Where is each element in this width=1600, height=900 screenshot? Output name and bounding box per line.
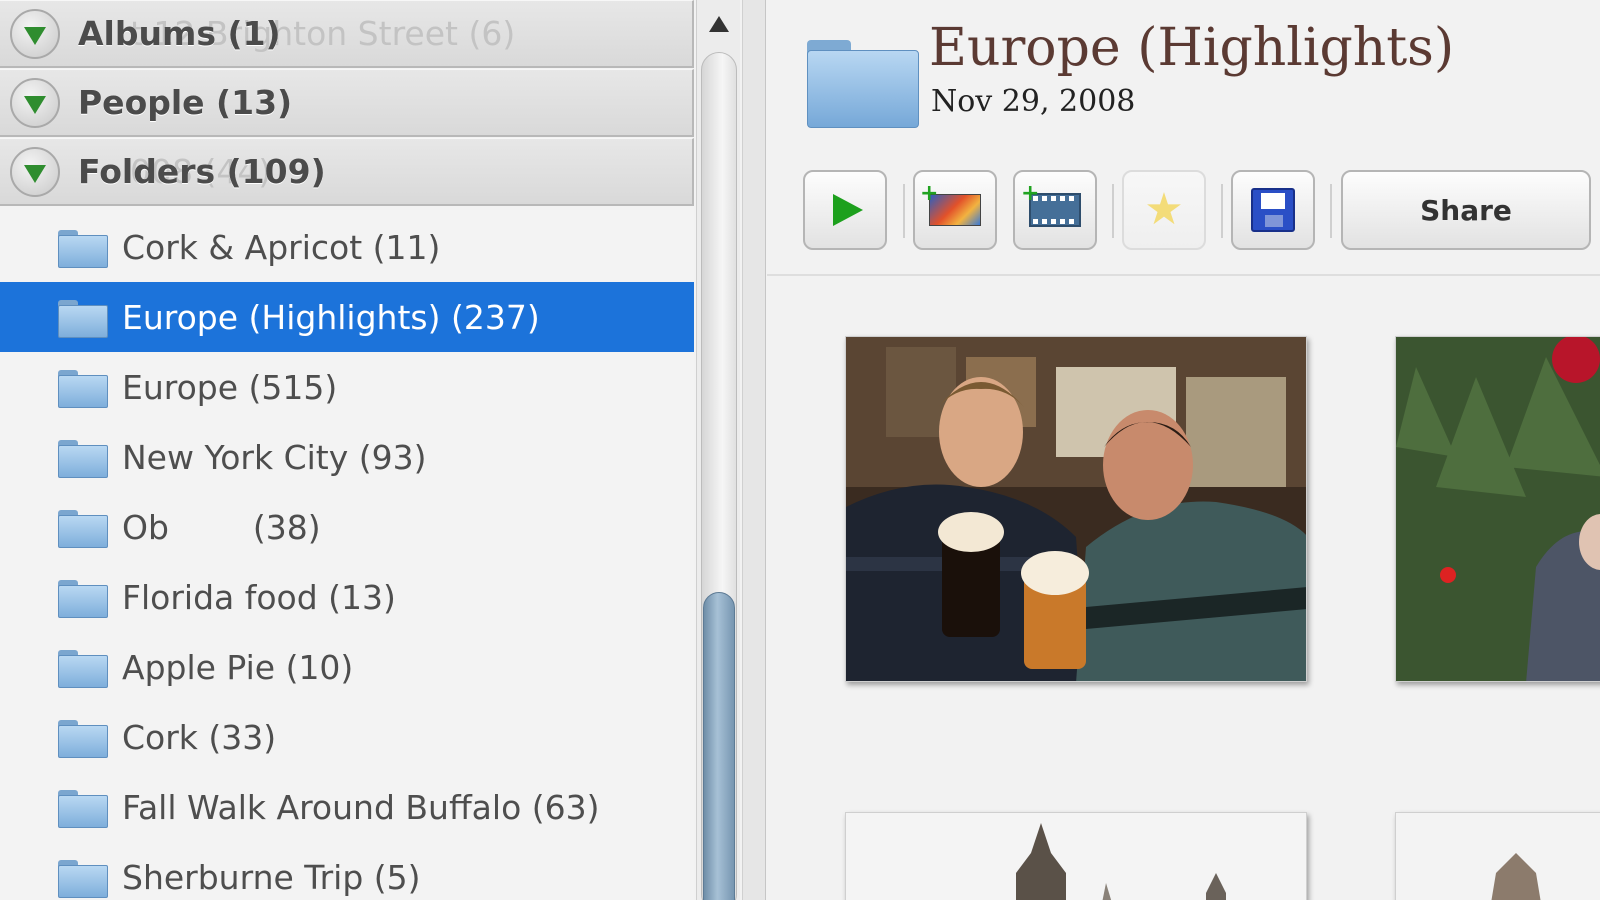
section-label: People (13)	[78, 83, 293, 122]
disclosure-triangle-icon[interactable]	[10, 8, 60, 59]
main-pane: Europe (Highlights) Nov 29, 2008 + + ★ S…	[767, 0, 1600, 900]
folder-icon	[58, 440, 108, 478]
add-to-collage-button[interactable]: +	[913, 170, 997, 250]
scroll-up-arrow-icon[interactable]	[697, 0, 741, 48]
section-header-albums[interactable]: t 12 Brighton Street (6) Albums (1)	[0, 0, 694, 68]
folder-item-selected[interactable]: Europe (Highlights) (237)	[0, 282, 694, 352]
folder-item[interactable]: Cork (33)	[0, 702, 694, 772]
folder-icon	[58, 510, 108, 548]
folder-icon	[58, 370, 108, 408]
photo-thumbnail[interactable]	[845, 812, 1307, 900]
folder-icon	[58, 720, 108, 758]
toolbar-separator	[1221, 184, 1223, 238]
folder-label: Cork (33)	[122, 717, 277, 757]
photo-thumbnail[interactable]	[1395, 812, 1600, 900]
folder-label: Ob (38)	[122, 507, 321, 547]
folder-date[interactable]: Nov 29, 2008	[931, 84, 1135, 119]
toolbar-separator	[1330, 184, 1332, 238]
folder-label: Sherburne Trip (5)	[122, 857, 421, 897]
photo-thumbnail[interactable]	[845, 336, 1307, 682]
pane-splitter[interactable]	[742, 0, 766, 900]
disclosure-triangle-icon[interactable]	[10, 146, 60, 197]
folder-label: New York City (93)	[122, 437, 427, 477]
folder-icon	[807, 40, 919, 128]
section-label: Folders (109)	[78, 152, 326, 191]
add-to-collage-icon: +	[920, 181, 981, 226]
sidebar-scrollbar[interactable]	[696, 0, 740, 900]
scroll-thumb[interactable]	[703, 592, 735, 900]
folder-icon	[58, 230, 108, 268]
slideshow-button[interactable]	[803, 170, 887, 250]
folder-item[interactable]: Europe (515)	[0, 352, 694, 422]
folder-item[interactable]: Sherburne Trip (5)	[0, 842, 694, 900]
share-button[interactable]: Share	[1341, 170, 1591, 250]
folder-item[interactable]: Florida food (13)	[0, 562, 694, 632]
photo-thumbnail[interactable]	[1395, 336, 1600, 682]
add-to-movie-icon: +	[1021, 181, 1081, 227]
toolbar-separator	[903, 184, 905, 238]
folder-icon	[58, 790, 108, 828]
add-to-movie-button[interactable]: +	[1013, 170, 1097, 250]
folder-label: Europe (515)	[122, 367, 338, 407]
picasa-window: t 12 Brighton Street (6) Albums (1) Peop…	[0, 0, 1600, 900]
folder-icon	[58, 580, 108, 618]
sidebar: t 12 Brighton Street (6) Albums (1) Peop…	[0, 0, 694, 900]
folder-header: Europe (Highlights) Nov 29, 2008 + + ★ S…	[767, 0, 1600, 276]
section-header-people[interactable]: People (13)	[0, 69, 694, 137]
folder-label: Fall Walk Around Buffalo (63)	[122, 787, 600, 827]
star-button[interactable]: ★	[1122, 170, 1206, 250]
folder-icon	[58, 300, 108, 338]
folder-item[interactable]: Ob (38)	[0, 492, 694, 562]
folder-label: Apple Pie (10)	[122, 647, 354, 687]
folder-label: Europe (Highlights) (237)	[122, 297, 540, 337]
folder-item[interactable]: Cork & Apricot (11)	[0, 212, 694, 282]
play-icon	[833, 194, 863, 226]
folder-label: Florida food (13)	[122, 577, 396, 617]
folder-label: Cork & Apricot (11)	[122, 227, 441, 267]
folder-item[interactable]: New York City (93)	[0, 422, 694, 492]
folder-item[interactable]: Apple Pie (10)	[0, 632, 694, 702]
section-label: Albums (1)	[78, 14, 281, 53]
star-icon: ★	[1144, 184, 1184, 235]
toolbar-separator	[1112, 184, 1114, 238]
disclosure-triangle-icon[interactable]	[10, 77, 60, 128]
section-header-folders[interactable]: 008 (44) Folders (109)	[0, 138, 694, 206]
floppy-disk-icon	[1251, 188, 1295, 232]
page-title[interactable]: Europe (Highlights)	[929, 18, 1454, 78]
share-label: Share	[1420, 193, 1512, 227]
folder-item[interactable]: Fall Walk Around Buffalo (63)	[0, 772, 694, 842]
folder-icon	[58, 860, 108, 898]
save-button[interactable]	[1231, 170, 1315, 250]
folder-icon	[58, 650, 108, 688]
